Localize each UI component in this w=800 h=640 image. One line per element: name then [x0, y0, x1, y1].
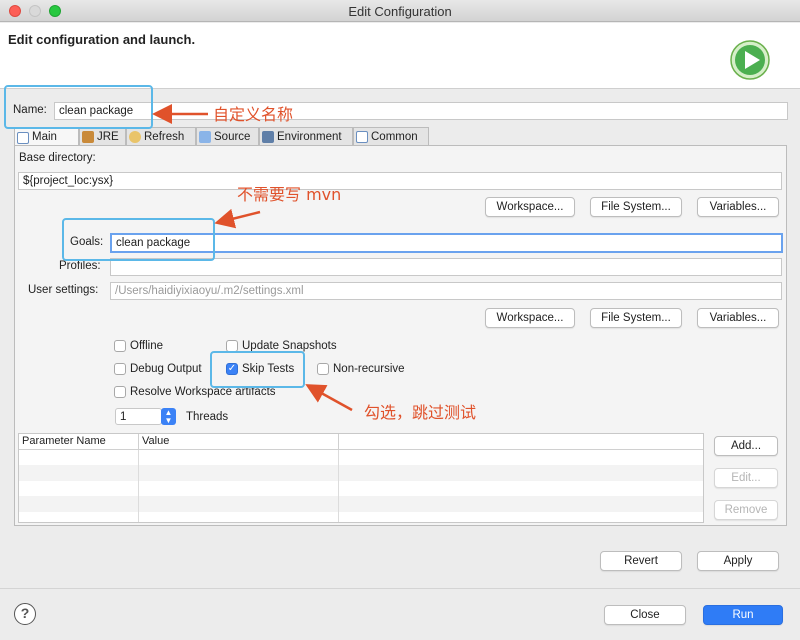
- non-recursive-label: Non-recursive: [333, 363, 405, 375]
- threads-stepper-icon[interactable]: ▲ ▼: [161, 408, 176, 425]
- skip-tests-highlight-box: [210, 351, 305, 388]
- goals-annotation-note: 不需要写 mvn: [237, 185, 342, 204]
- tab-main[interactable]: Main: [14, 127, 79, 147]
- column-divider: [338, 450, 339, 522]
- header-title: Edit configuration and launch.: [8, 32, 196, 47]
- user-settings-label: User settings:: [28, 284, 99, 296]
- name-annotation-note: 自定义名称: [213, 105, 294, 124]
- source-icon: [199, 131, 211, 143]
- parameter-table[interactable]: Parameter Name Value: [18, 433, 704, 523]
- base-directory-input[interactable]: ${project_loc:ysx}: [18, 172, 782, 190]
- remove-parameter-button[interactable]: Remove: [714, 500, 778, 520]
- tab-refresh-label: Refresh: [144, 130, 185, 143]
- variables-button[interactable]: Variables...: [697, 197, 779, 217]
- user-settings-input[interactable]: /Users/haidiyixiaoyu/.m2/settings.xml: [110, 282, 782, 300]
- skip-tests-annotation-note: 勾选，跳过测试: [364, 403, 477, 422]
- column-header-value[interactable]: Value: [139, 434, 339, 450]
- run-icon: [730, 40, 770, 80]
- table-row: [19, 465, 703, 481]
- name-highlight-box: [4, 85, 153, 129]
- variables-button-2[interactable]: Variables...: [697, 308, 779, 328]
- workspace-button[interactable]: Workspace...: [485, 197, 575, 217]
- tab-environment-label: Environment: [277, 130, 342, 143]
- tab-main-label: Main: [32, 131, 57, 143]
- close-button[interactable]: Close: [604, 605, 686, 625]
- non-recursive-checkbox[interactable]: [317, 363, 329, 375]
- tab-common[interactable]: Common: [353, 127, 429, 146]
- environment-icon: [262, 131, 274, 143]
- debug-output-label: Debug Output: [130, 363, 202, 375]
- base-directory-label: Base directory:: [19, 152, 96, 164]
- tab-environment[interactable]: Environment: [259, 127, 353, 146]
- dialog-header: Edit configuration and launch.: [0, 23, 800, 89]
- tab-refresh[interactable]: Refresh: [126, 127, 196, 146]
- tab-jre[interactable]: JRE: [79, 127, 126, 146]
- file-system-button-2[interactable]: File System...: [590, 308, 682, 328]
- table-row: [19, 496, 703, 512]
- offline-label: Offline: [130, 340, 164, 352]
- threads-select[interactable]: 1: [115, 408, 162, 425]
- tab-common-label: Common: [371, 130, 418, 143]
- column-divider: [138, 450, 139, 522]
- apply-button[interactable]: Apply: [697, 551, 779, 571]
- run-button[interactable]: Run: [703, 605, 783, 625]
- title-bar: Edit Configuration: [0, 0, 800, 22]
- common-icon: [356, 131, 368, 143]
- revert-button[interactable]: Revert: [600, 551, 682, 571]
- help-icon[interactable]: ?: [14, 603, 36, 625]
- goals-highlight-box: [62, 218, 215, 261]
- file-system-button[interactable]: File System...: [590, 197, 682, 217]
- offline-checkbox[interactable]: [114, 340, 126, 352]
- edit-parameter-button[interactable]: Edit...: [714, 468, 778, 488]
- refresh-icon: [129, 131, 141, 143]
- threads-value: 1: [120, 411, 127, 423]
- column-header-parameter-name[interactable]: Parameter Name: [19, 434, 139, 450]
- threads-label: Threads: [186, 411, 229, 423]
- tab-source[interactable]: Source: [196, 127, 259, 146]
- debug-output-checkbox[interactable]: [114, 363, 126, 375]
- jre-icon: [82, 131, 94, 143]
- window-title: Edit Configuration: [348, 4, 452, 19]
- tab-source-label: Source: [214, 130, 251, 143]
- tab-jre-label: JRE: [97, 130, 119, 143]
- name-input[interactable]: clean package: [54, 102, 788, 120]
- column-header-blank: [339, 434, 703, 450]
- profiles-label: Profiles:: [59, 260, 101, 272]
- workspace-button-2[interactable]: Workspace...: [485, 308, 575, 328]
- add-parameter-button[interactable]: Add...: [714, 436, 778, 456]
- footer-divider: [0, 588, 800, 589]
- main-tab-icon: [17, 131, 29, 144]
- resolve-workspace-checkbox[interactable]: [114, 386, 126, 398]
